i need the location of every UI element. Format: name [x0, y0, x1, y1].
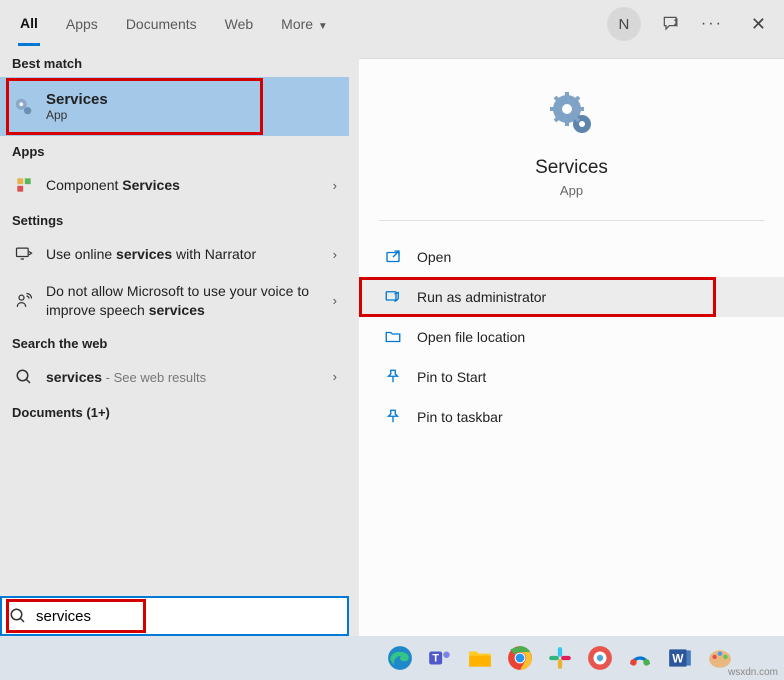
- result-services-app[interactable]: Services App: [0, 77, 349, 136]
- component-services-icon: [12, 173, 36, 197]
- file-explorer-icon[interactable]: [464, 642, 496, 674]
- result-subtitle: App: [46, 108, 337, 122]
- tab-all[interactable]: All: [18, 3, 40, 46]
- documents-heading: Documents (1+): [0, 397, 349, 426]
- chevron-right-icon: ›: [333, 369, 337, 384]
- chrome-icon[interactable]: [504, 642, 536, 674]
- slack-icon[interactable]: [544, 642, 576, 674]
- app-icon[interactable]: [624, 642, 656, 674]
- action-pin-to-taskbar[interactable]: Pin to taskbar: [359, 397, 784, 437]
- tab-apps[interactable]: Apps: [64, 4, 100, 44]
- edge-icon[interactable]: [384, 642, 416, 674]
- best-match-heading: Best match: [0, 48, 349, 77]
- svg-text:W: W: [672, 651, 684, 665]
- watermark: wsxdn.com: [728, 667, 778, 678]
- settings-heading: Settings: [0, 205, 349, 234]
- search-icon: [12, 365, 36, 389]
- preview-title: Services: [369, 157, 774, 179]
- gear-icon: [12, 95, 36, 119]
- action-pin-to-start[interactable]: Pin to Start: [359, 357, 784, 397]
- results-pane: Best match Services App Apps Component S…: [0, 48, 349, 636]
- svg-text:T: T: [432, 652, 439, 664]
- result-label: Component Services: [46, 177, 333, 193]
- action-label: Run as administrator: [417, 289, 546, 305]
- action-label: Open: [417, 249, 451, 265]
- tabs: All Apps Documents Web More ▼: [18, 3, 330, 46]
- action-label: Pin to Start: [417, 369, 486, 385]
- action-label: Pin to taskbar: [417, 409, 503, 425]
- result-title: Services: [46, 91, 337, 108]
- open-icon: [383, 247, 403, 267]
- tab-documents[interactable]: Documents: [124, 4, 199, 44]
- chevron-right-icon: ›: [333, 178, 337, 193]
- action-open[interactable]: Open: [359, 237, 784, 277]
- tab-web[interactable]: Web: [223, 4, 256, 44]
- search-icon: [0, 607, 36, 625]
- teams-icon[interactable]: T: [424, 642, 456, 674]
- close-icon[interactable]: ✕: [743, 10, 774, 39]
- folder-icon: [383, 327, 403, 347]
- chevron-down-icon: ▼: [315, 21, 328, 32]
- result-label: Do not allow Microsoft to use your voice…: [46, 282, 333, 320]
- monitor-icon: [12, 242, 36, 266]
- preview-pane: Services App Open Run as administrator: [359, 58, 784, 636]
- search-input[interactable]: [36, 608, 349, 625]
- result-web-search[interactable]: services - See web results ›: [0, 357, 349, 397]
- header-right: N ··· ✕: [607, 7, 774, 41]
- result-setting-narrator[interactable]: Use online services with Narrator ›: [0, 234, 349, 274]
- pin-icon: [383, 367, 403, 387]
- more-options-icon[interactable]: ···: [701, 15, 723, 33]
- apps-heading: Apps: [0, 136, 349, 165]
- speech-icon: [12, 289, 36, 313]
- search-bar[interactable]: [0, 596, 349, 636]
- action-run-as-admin[interactable]: Run as administrator: [359, 277, 784, 317]
- header: All Apps Documents Web More ▼ N ··· ✕: [0, 0, 784, 48]
- search-web-heading: Search the web: [0, 328, 349, 357]
- action-label: Open file location: [417, 329, 525, 345]
- tab-more[interactable]: More ▼: [279, 4, 330, 44]
- result-label: Use online services with Narrator: [46, 246, 333, 262]
- taskbar: T W: [0, 636, 784, 680]
- chevron-right-icon: ›: [333, 293, 337, 308]
- actions-list: Open Run as administrator Open file loca…: [359, 229, 784, 445]
- shield-icon: [383, 287, 403, 307]
- avatar[interactable]: N: [607, 7, 641, 41]
- feedback-icon[interactable]: [661, 14, 681, 34]
- action-open-file-location[interactable]: Open file location: [359, 317, 784, 357]
- word-icon[interactable]: W: [664, 642, 696, 674]
- gears-icon: [547, 89, 597, 139]
- result-label: services - See web results: [46, 369, 333, 385]
- app-icon[interactable]: [584, 642, 616, 674]
- result-setting-speech[interactable]: Do not allow Microsoft to use your voice…: [0, 274, 349, 328]
- pin-icon: [383, 407, 403, 427]
- preview-subtitle: App: [369, 183, 774, 198]
- chevron-right-icon: ›: [333, 247, 337, 262]
- result-component-services[interactable]: Component Services ›: [0, 165, 349, 205]
